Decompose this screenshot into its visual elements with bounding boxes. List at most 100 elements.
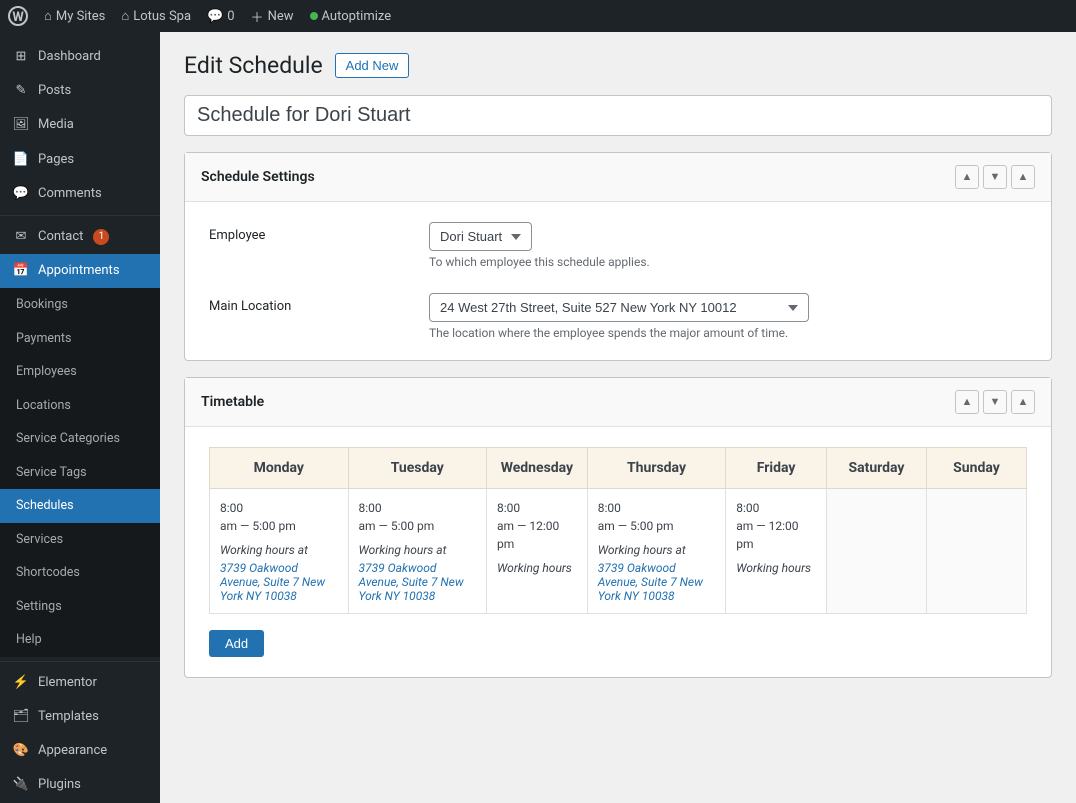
main-location-row: Main Location 24 West 27th Street, Suite…	[209, 293, 1027, 340]
tuesday-location-link[interactable]: 3739 Oakwood Avenue, Suite 7 New York NY…	[359, 561, 464, 603]
schedule-settings-panel-header: Schedule Settings ▲ ▼ ▲	[185, 153, 1051, 202]
cell-wednesday: 8:00am — 12:00 pm Working hours	[487, 489, 588, 614]
sidebar-item-locations[interactable]: Locations	[0, 389, 160, 423]
employee-select[interactable]: Dori Stuart	[429, 222, 532, 251]
day-sunday: Sunday	[926, 448, 1026, 489]
cell-tuesday: 8:00am — 5:00 pm Working hours at 3739 O…	[348, 489, 487, 614]
posts-icon: ✎	[12, 82, 30, 100]
employee-label: Employee	[209, 222, 409, 243]
schedule-name-input[interactable]	[184, 95, 1052, 136]
monday-time: 8:00am — 5:00 pm	[220, 499, 338, 535]
day-wednesday: Wednesday	[487, 448, 588, 489]
sidebar: ⊞ Dashboard ✎ Posts 🖼 Media 📄 Pages 💬 Co…	[0, 32, 160, 803]
cell-saturday	[826, 489, 926, 614]
thursday-wh-label: Working hours at	[598, 543, 716, 557]
day-monday: Monday	[210, 448, 349, 489]
admin-bar: W ⌂ My Sites ⌂ Lotus Spa 💬 0 ＋ New Autop…	[0, 0, 1076, 32]
sidebar-item-media[interactable]: 🖼 Media	[0, 108, 160, 142]
my-sites-button[interactable]: ⌂ My Sites	[44, 8, 105, 24]
tuesday-wh-label: Working hours at	[359, 543, 477, 557]
sidebar-item-schedules[interactable]: Schedules	[0, 489, 160, 523]
friday-time: 8:00am — 12:00 pm	[736, 499, 816, 553]
pages-icon: 📄	[12, 151, 30, 169]
timetable-body: Monday Tuesday Wednesday Thursday Friday…	[185, 427, 1051, 677]
schedule-settings-panel: Schedule Settings ▲ ▼ ▲ Employee Dori St…	[184, 152, 1052, 361]
schedule-settings-title: Schedule Settings	[201, 169, 315, 185]
friday-wh-label: Working hours	[736, 561, 816, 575]
site-name-button[interactable]: ⌂ Lotus Spa	[121, 8, 191, 24]
sidebar-item-plugins[interactable]: 🔌 Plugins	[0, 768, 160, 802]
comments-icon: 💬	[12, 185, 30, 203]
timetable-panel: Timetable ▲ ▼ ▲ Monday Tuesday Wednesday…	[184, 377, 1052, 678]
contact-badge: 1	[93, 229, 109, 245]
sidebar-item-service-tags[interactable]: Service Tags	[0, 456, 160, 490]
sidebar-item-settings[interactable]: Settings	[0, 590, 160, 624]
cell-friday: 8:00am — 12:00 pm Working hours	[726, 489, 827, 614]
sidebar-item-service-categories[interactable]: Service Categories	[0, 422, 160, 456]
sidebar-item-employees[interactable]: Employees	[0, 355, 160, 389]
add-new-button[interactable]: Add New	[335, 53, 410, 78]
timetable-header-row: Monday Tuesday Wednesday Thursday Friday…	[210, 448, 1027, 489]
panel-controls: ▲ ▼ ▲	[955, 165, 1035, 189]
sidebar-item-payments[interactable]: Payments	[0, 322, 160, 356]
autoptimize-button[interactable]: Autoptimize	[310, 9, 392, 24]
sidebar-divider-1	[0, 215, 160, 216]
sidebar-item-bookings[interactable]: Bookings	[0, 288, 160, 322]
sidebar-item-dashboard[interactable]: ⊞ Dashboard	[0, 40, 160, 74]
panel-toggle-button[interactable]: ▲	[1011, 165, 1035, 189]
cell-monday: 8:00am — 5:00 pm Working hours at 3739 O…	[210, 489, 349, 614]
timetable-collapse-up-button[interactable]: ▲	[955, 390, 979, 414]
sidebar-item-shortcodes[interactable]: Shortcodes	[0, 556, 160, 590]
comments-button[interactable]: 💬 0	[207, 9, 235, 24]
sidebar-divider-2	[0, 661, 160, 662]
main-content: Edit Schedule Add New Schedule Settings …	[160, 32, 1076, 803]
sidebar-item-comments[interactable]: 💬 Comments	[0, 177, 160, 211]
day-friday: Friday	[726, 448, 827, 489]
plus-icon: ＋	[251, 7, 264, 26]
sidebar-item-help[interactable]: Help	[0, 623, 160, 657]
wp-logo[interactable]: W	[8, 6, 28, 26]
sidebar-item-elementor[interactable]: ⚡ Elementor	[0, 666, 160, 700]
cell-sunday	[926, 489, 1026, 614]
timetable-data-row: 8:00am — 5:00 pm Working hours at 3739 O…	[210, 489, 1027, 614]
sidebar-item-services[interactable]: Services	[0, 523, 160, 557]
main-location-label: Main Location	[209, 293, 409, 314]
sidebar-item-contact[interactable]: ✉ Contact 1	[0, 220, 160, 254]
employee-row: Employee Dori Stuart To which employee t…	[209, 222, 1027, 269]
page-title: Edit Schedule	[184, 52, 323, 79]
appearance-icon: 🎨	[12, 742, 30, 760]
timetable-panel-header: Timetable ▲ ▼ ▲	[185, 378, 1051, 427]
sidebar-item-appearance[interactable]: 🎨 Appearance	[0, 734, 160, 768]
site-icon: ⌂	[121, 8, 129, 24]
monday-wh-label: Working hours at	[220, 543, 338, 557]
autoptimize-dot-icon	[310, 12, 318, 20]
day-saturday: Saturday	[826, 448, 926, 489]
elementor-icon: ⚡	[12, 674, 30, 692]
wednesday-time: 8:00am — 12:00 pm	[497, 499, 577, 553]
svg-text:W: W	[12, 10, 24, 25]
page-header: Edit Schedule Add New	[184, 52, 1052, 79]
templates-icon: 🗂	[12, 708, 30, 726]
panel-collapse-down-button[interactable]: ▼	[983, 165, 1007, 189]
main-location-select[interactable]: 24 West 27th Street, Suite 527 New York …	[429, 293, 809, 322]
new-content-button[interactable]: ＋ New	[251, 7, 294, 26]
monday-location-link[interactable]: 3739 Oakwood Avenue, Suite 7 New York NY…	[220, 561, 325, 603]
sidebar-item-appointments[interactable]: 📅 Appointments	[0, 254, 160, 288]
panel-collapse-up-button[interactable]: ▲	[955, 165, 979, 189]
sidebar-item-templates[interactable]: 🗂 Templates	[0, 700, 160, 734]
timetable-toggle-button[interactable]: ▲	[1011, 390, 1035, 414]
comment-icon: 💬	[207, 9, 223, 24]
tuesday-time: 8:00am — 5:00 pm	[359, 499, 477, 535]
plugins-icon: 🔌	[12, 776, 30, 794]
wednesday-wh-label: Working hours	[497, 561, 577, 575]
add-button[interactable]: Add	[209, 630, 264, 657]
employee-hint: To which employee this schedule applies.	[429, 255, 1027, 269]
media-icon: 🖼	[12, 116, 30, 134]
thursday-location-link[interactable]: 3739 Oakwood Avenue, Suite 7 New York NY…	[598, 561, 703, 603]
appointments-icon: 📅	[12, 262, 30, 280]
thursday-time: 8:00am — 5:00 pm	[598, 499, 716, 535]
contact-icon: ✉	[12, 228, 30, 246]
timetable-collapse-down-button[interactable]: ▼	[983, 390, 1007, 414]
sidebar-item-posts[interactable]: ✎ Posts	[0, 74, 160, 108]
sidebar-item-pages[interactable]: 📄 Pages	[0, 143, 160, 177]
